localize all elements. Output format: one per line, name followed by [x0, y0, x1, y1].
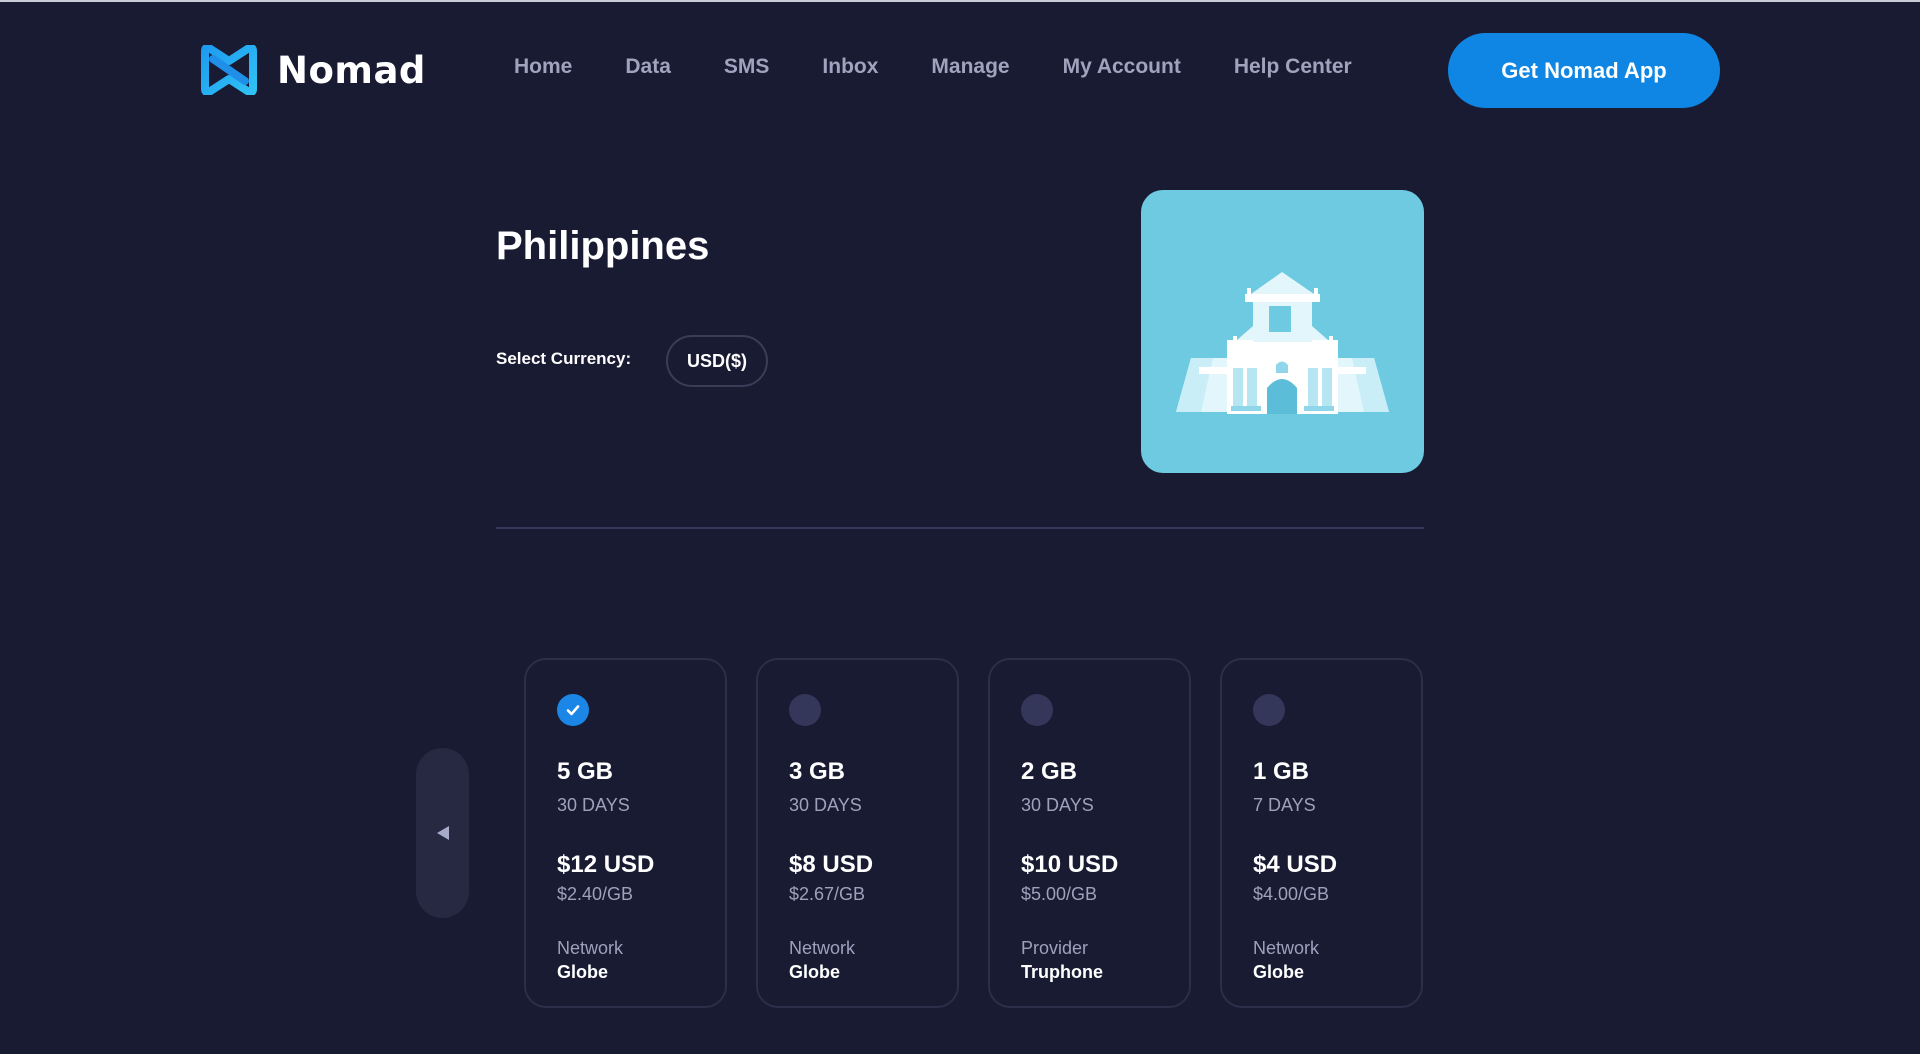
- plan-price: $10 USD: [1021, 851, 1119, 878]
- nav-data[interactable]: Data: [625, 55, 671, 79]
- plan-select-radio[interactable]: [789, 694, 821, 726]
- plan-carrier: Truphone: [1021, 962, 1103, 982]
- fort-gate-landmark-icon: [1176, 272, 1389, 414]
- plan-price: $12 USD: [557, 851, 655, 878]
- nav-inbox[interactable]: Inbox: [822, 55, 878, 79]
- plan-data-amount: 2 GB: [1021, 758, 1078, 785]
- plan-carrier-label: Network: [557, 938, 624, 958]
- plan-price: $8 USD: [789, 851, 874, 878]
- nomad-logo-icon: [201, 45, 257, 95]
- plan-duration: 30 DAYS: [557, 795, 630, 815]
- previous-plans-button[interactable]: [416, 748, 469, 918]
- plan-carrier-label: Network: [789, 938, 856, 958]
- currency-select[interactable]: USD($): [666, 335, 768, 387]
- plan-card-1gb[interactable]: 1 GB 7 DAYS $4 USD $4.00/GB Network Glob…: [1220, 658, 1423, 1008]
- country-image: [1141, 190, 1424, 473]
- nomad-logo[interactable]: Nomad: [199, 44, 426, 96]
- plan-data-amount: 5 GB: [557, 758, 614, 785]
- plan-carrier-label: Provider: [1021, 938, 1089, 958]
- nav-sms[interactable]: SMS: [724, 55, 770, 79]
- main-nav: Home Data SMS Inbox Manage My Account He…: [514, 52, 1352, 82]
- plan-duration: 7 DAYS: [1253, 795, 1316, 815]
- plan-data-amount: 1 GB: [1253, 758, 1310, 785]
- plan-price-per-gb: $5.00/GB: [1021, 884, 1098, 904]
- plan-card-2gb[interactable]: 2 GB 30 DAYS $10 USD $5.00/GB Provider T…: [988, 658, 1191, 1008]
- plan-duration: 30 DAYS: [789, 795, 862, 815]
- plan-duration: 30 DAYS: [1021, 795, 1094, 815]
- checkmark-icon: [566, 705, 580, 716]
- plan-price-per-gb: $2.40/GB: [557, 884, 634, 904]
- plan-select-radio[interactable]: [1021, 694, 1053, 726]
- nav-my-account[interactable]: My Account: [1063, 55, 1181, 79]
- section-divider: [496, 527, 1424, 529]
- brand-name: Nomad: [277, 48, 426, 92]
- plan-select-radio[interactable]: [1253, 694, 1285, 726]
- plan-carrier: Globe: [557, 962, 609, 982]
- triangle-left-icon: [436, 826, 449, 840]
- plan-price: $4 USD: [1253, 851, 1338, 878]
- plan-select-radio[interactable]: [557, 694, 589, 726]
- nav-manage[interactable]: Manage: [931, 55, 1009, 79]
- plan-carrier: Globe: [1253, 962, 1305, 982]
- nav-help-center[interactable]: Help Center: [1234, 55, 1352, 79]
- page-title: Philippines: [496, 224, 710, 268]
- plan-data-amount: 3 GB: [789, 758, 846, 785]
- plan-price-per-gb: $4.00/GB: [1253, 884, 1330, 904]
- plan-card-5gb[interactable]: 5 GB 30 DAYS $12 USD $2.40/GB Network Gl…: [524, 658, 727, 1008]
- plan-card-3gb[interactable]: 3 GB 30 DAYS $8 USD $2.67/GB Network Glo…: [756, 658, 959, 1008]
- nav-home[interactable]: Home: [514, 55, 572, 79]
- currency-label: Select Currency:: [496, 349, 632, 368]
- plan-price-per-gb: $2.67/GB: [789, 884, 866, 904]
- get-nomad-app-button[interactable]: Get Nomad App: [1448, 33, 1720, 108]
- plan-carrier: Globe: [789, 962, 841, 982]
- plan-carrier-label: Network: [1253, 938, 1320, 958]
